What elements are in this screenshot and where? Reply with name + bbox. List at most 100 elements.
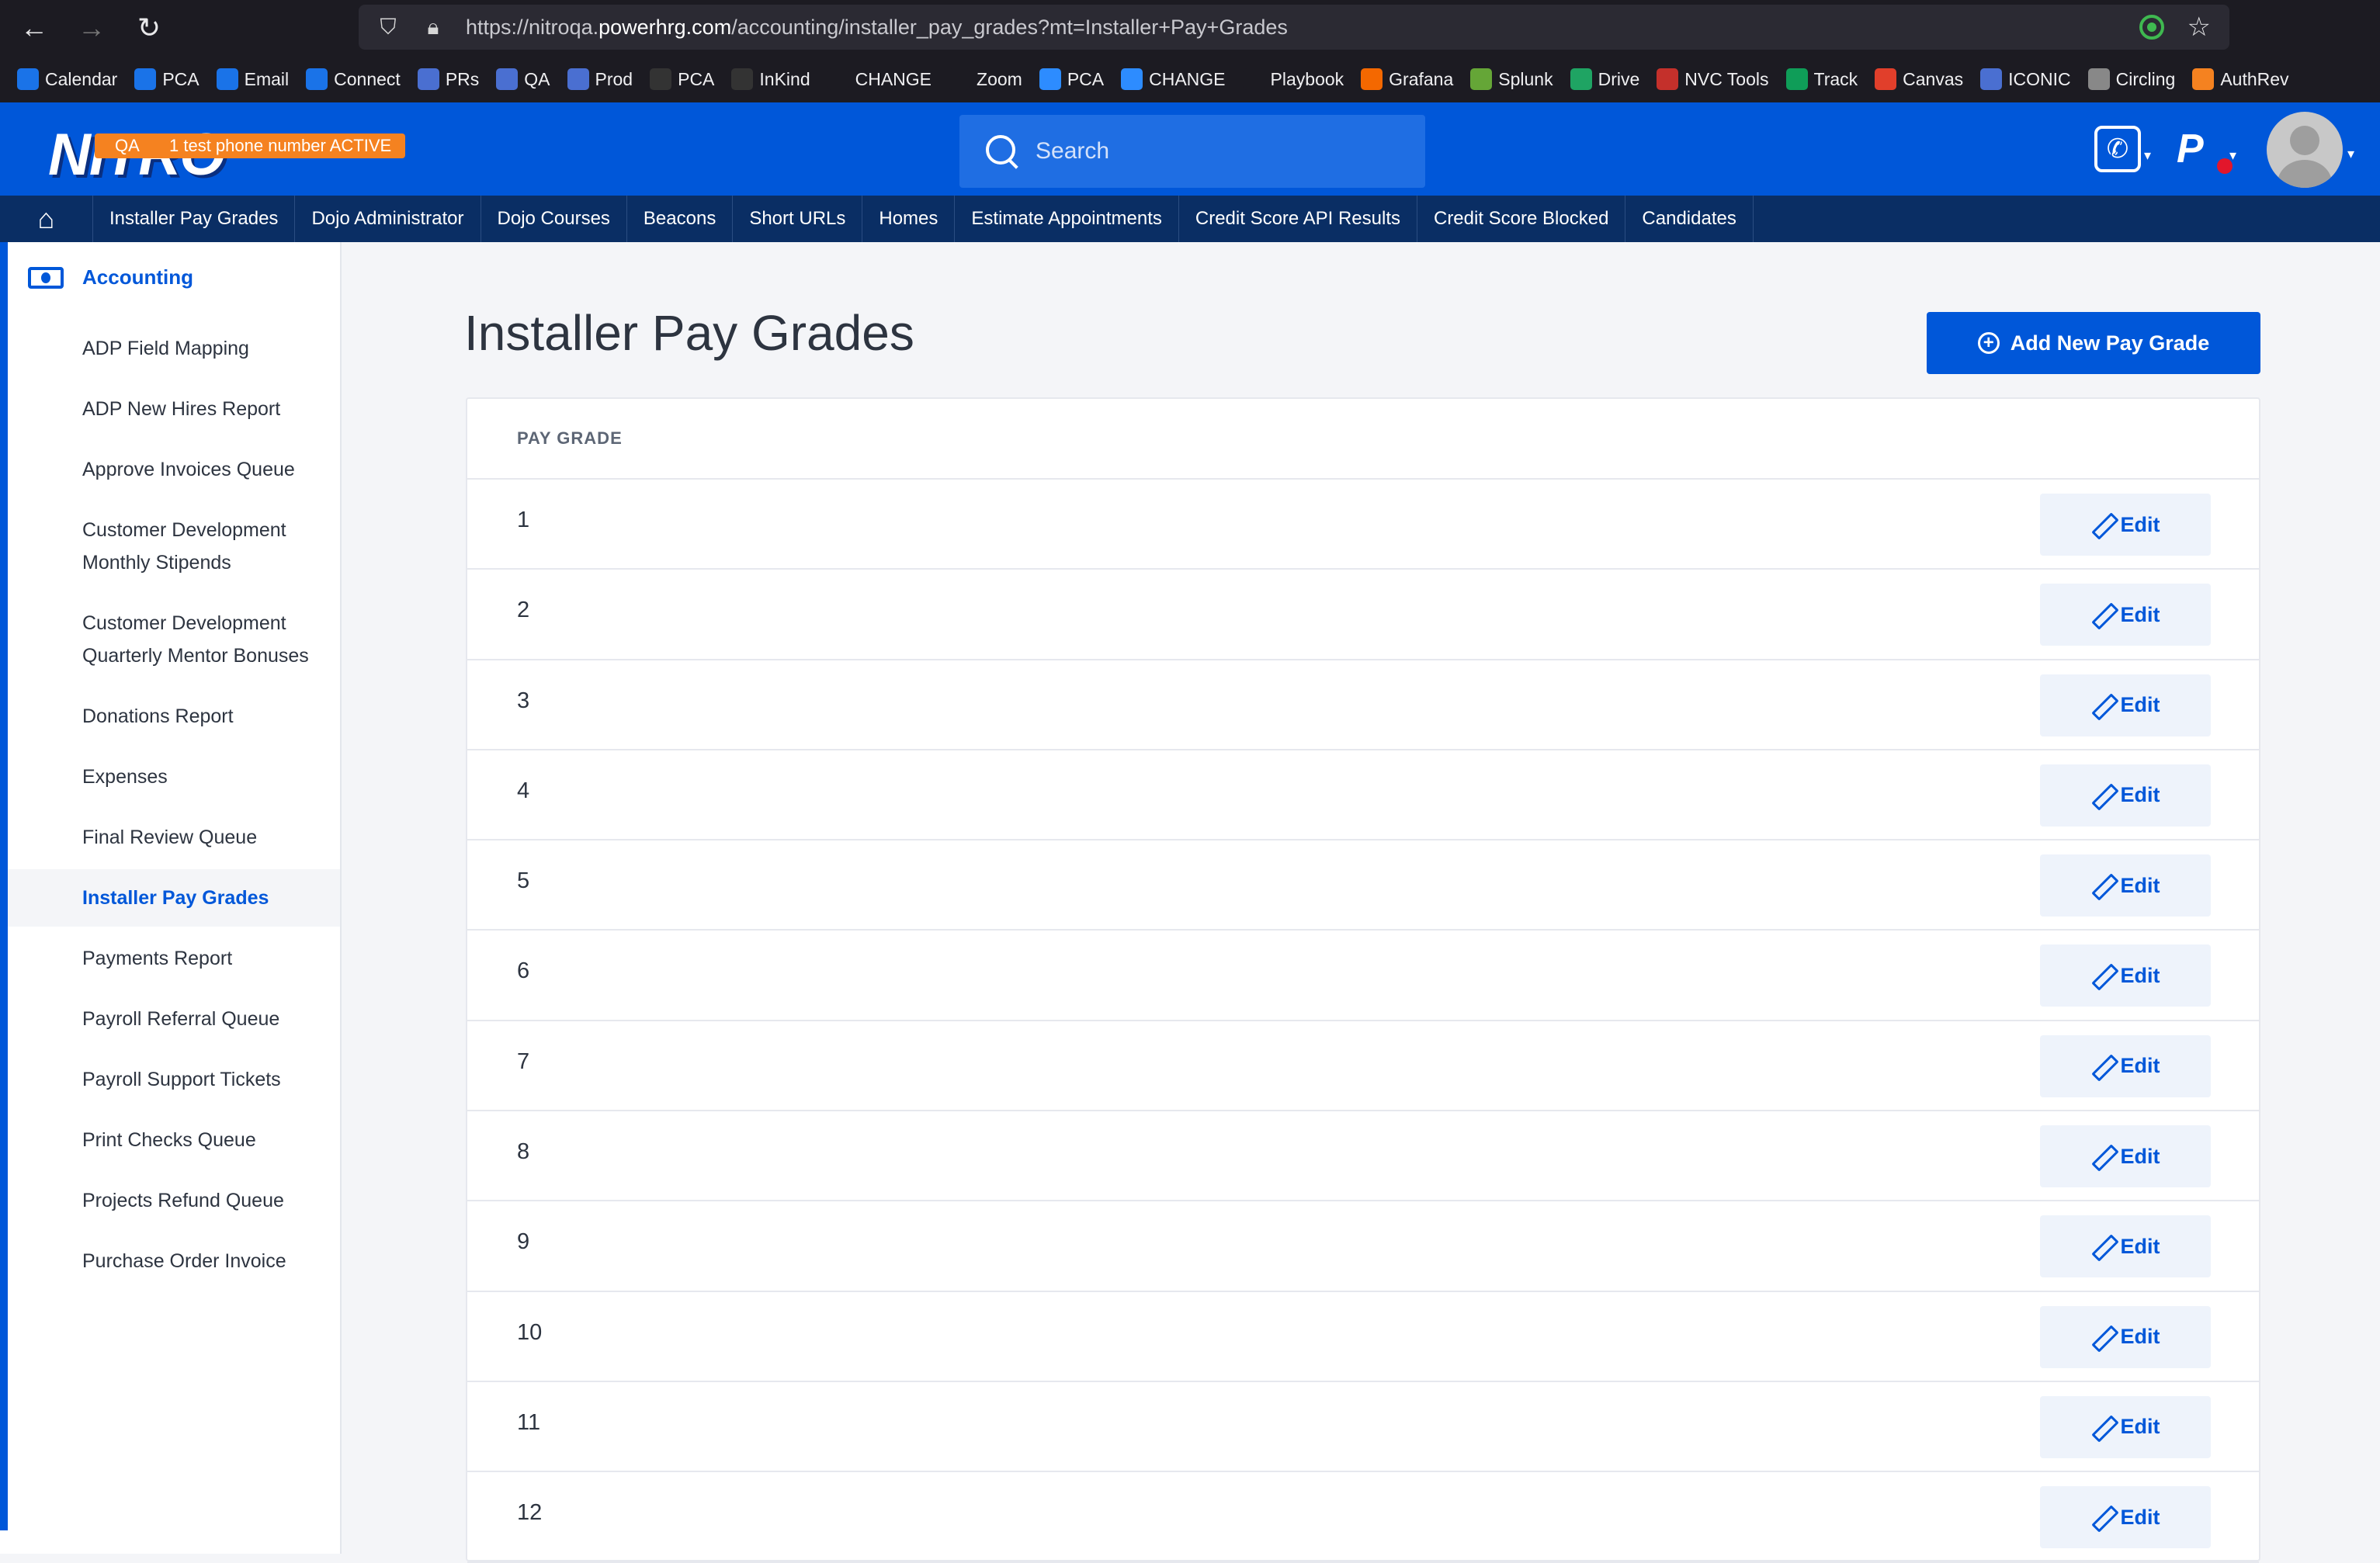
bookmark-item[interactable]: Canvas xyxy=(1875,68,1963,90)
url-text[interactable]: https://nitroqa.powerhrg.com/accounting/… xyxy=(466,16,1288,40)
folder-icon xyxy=(827,68,849,90)
bookmark-item[interactable]: PCA xyxy=(650,68,714,90)
chevron-down-icon[interactable]: ▾ xyxy=(2144,147,2151,164)
edit-button[interactable]: Edit xyxy=(2040,674,2211,736)
sidebar-item[interactable]: Customer Development Monthly Stipends xyxy=(8,501,340,591)
forward-arrow-icon[interactable]: → xyxy=(68,5,115,51)
bookmark-item[interactable]: AuthRev xyxy=(2192,68,2289,90)
top-nav-item[interactable]: Candidates xyxy=(1625,196,1754,242)
top-nav-item[interactable]: Beacons xyxy=(627,196,734,242)
bookmark-item[interactable]: Playbook xyxy=(1242,68,1344,90)
circling-icon xyxy=(2087,68,2110,90)
edit-button[interactable]: Edit xyxy=(2040,1034,2211,1097)
extension-icon[interactable] xyxy=(2139,15,2164,40)
bookmark-label: Calendar xyxy=(45,68,118,89)
pay-grade-value: 3 xyxy=(517,688,530,713)
sidebar-item[interactable]: Donations Report xyxy=(8,688,340,745)
top-nav-item[interactable]: Dojo Courses xyxy=(481,196,627,242)
sidebar-item[interactable]: Projects Refund Queue xyxy=(8,1172,340,1229)
calendar-icon xyxy=(17,68,39,90)
bookmark-item[interactable]: NVC Tools xyxy=(1657,68,1769,90)
p-app-icon[interactable]: P xyxy=(2177,126,2222,175)
top-nav-item[interactable]: Credit Score API Results xyxy=(1179,196,1417,242)
sidebar-item[interactable]: Payroll Referral Queue xyxy=(8,990,340,1048)
avatar[interactable] xyxy=(2267,112,2343,188)
sidebar-item[interactable]: Installer Pay Grades xyxy=(8,869,340,927)
bookmark-item[interactable]: CHANGE xyxy=(1121,68,1226,90)
top-nav-item[interactable]: Installer Pay Grades xyxy=(93,196,296,242)
prod-icon xyxy=(567,68,589,90)
pencil-icon xyxy=(2091,785,2113,806)
sidebar-item[interactable]: Payroll Support Tickets xyxy=(8,1051,340,1108)
sidebar-header[interactable]: Accounting xyxy=(28,265,193,289)
home-icon[interactable]: ⌂ xyxy=(0,196,93,242)
bookmark-item[interactable]: QA xyxy=(496,68,550,90)
top-nav-item[interactable]: Credit Score Blocked xyxy=(1417,196,1626,242)
bookmark-star-icon[interactable]: ☆ xyxy=(2187,12,2211,43)
bookmark-item[interactable]: PCA xyxy=(1039,68,1104,90)
bookmark-item[interactable]: CHANGE xyxy=(827,68,932,90)
sidebar-item[interactable]: Payments Report xyxy=(8,930,340,987)
sidebar-item[interactable]: ADP Field Mapping xyxy=(8,320,340,377)
sidebar-item[interactable]: Final Review Queue xyxy=(8,809,340,866)
bookmark-item[interactable]: Grafana xyxy=(1361,68,1453,90)
bookmark-item[interactable]: PCA xyxy=(134,68,199,90)
top-nav-item[interactable]: Dojo Administrator xyxy=(295,196,481,242)
edit-button[interactable]: Edit xyxy=(2040,764,2211,827)
edit-label: Edit xyxy=(2120,1505,2160,1529)
pay-grade-value: 12 xyxy=(517,1500,543,1526)
edit-label: Edit xyxy=(2120,1325,2160,1349)
bookmark-item[interactable]: ICONIC xyxy=(1980,68,2071,90)
edit-button[interactable]: Edit xyxy=(2040,584,2211,646)
top-nav-item[interactable]: Estimate Appointments xyxy=(955,196,1179,242)
sidebar-item[interactable]: Customer Development Quarterly Mentor Bo… xyxy=(8,594,340,684)
bookmark-item[interactable]: Splunk xyxy=(1470,68,1553,90)
add-pay-grade-button[interactable]: + Add New Pay Grade xyxy=(1927,312,2260,374)
pencil-icon xyxy=(2091,1416,2113,1438)
bookmark-item[interactable]: Email xyxy=(216,68,289,90)
sidebar-item[interactable]: Purchase Order Invoice xyxy=(8,1232,340,1290)
bookmark-item[interactable]: PRs xyxy=(417,68,479,90)
top-nav-item[interactable]: Homes xyxy=(862,196,956,242)
sidebar-item[interactable]: Approve Invoices Queue xyxy=(8,441,340,498)
bookmark-item[interactable]: Track xyxy=(1785,68,1858,90)
edit-button[interactable]: Edit xyxy=(2040,1125,2211,1188)
search-input[interactable] xyxy=(1036,138,1408,165)
bookmark-item[interactable]: Drive xyxy=(1570,68,1639,90)
edit-button[interactable]: Edit xyxy=(2040,1215,2211,1278)
bookmark-item[interactable]: Calendar xyxy=(17,68,117,90)
sidebar-item[interactable]: ADP New Hires Report xyxy=(8,380,340,438)
back-arrow-icon[interactable]: ← xyxy=(11,5,57,51)
pay-grade-value: 8 xyxy=(517,1139,530,1165)
edit-button[interactable]: Edit xyxy=(2040,944,2211,1007)
edit-label: Edit xyxy=(2120,783,2160,807)
edit-button[interactable]: Edit xyxy=(2040,1486,2211,1549)
address-bar[interactable]: ⛉ 🔒︎ https://nitroqa.powerhrg.com/accoun… xyxy=(359,5,2229,50)
top-nav-item[interactable]: Short URLs xyxy=(733,196,863,242)
zoom-icon xyxy=(1121,68,1143,90)
bookmark-item[interactable]: Connect xyxy=(306,68,401,90)
bookmark-item[interactable]: Prod xyxy=(567,68,633,90)
phone-icon[interactable]: ✆ xyxy=(2094,126,2141,172)
edit-button[interactable]: Edit xyxy=(2040,1395,2211,1458)
bookmark-label: InKind xyxy=(759,68,810,89)
shield-icon[interactable]: ⛉ xyxy=(373,15,404,40)
reload-icon[interactable]: ↻ xyxy=(126,5,172,51)
pay-grade-value: 6 xyxy=(517,958,530,984)
chevron-down-icon[interactable]: ▾ xyxy=(2347,146,2354,162)
sidebar-item[interactable]: Expenses xyxy=(8,748,340,806)
table-row: 11 Edit xyxy=(467,1382,2259,1473)
bookmark-item[interactable]: Zoom xyxy=(949,68,1022,90)
track-icon xyxy=(1785,68,1808,90)
bookmark-label: Splunk xyxy=(1498,68,1553,89)
lock-icon[interactable]: 🔒︎ xyxy=(418,15,449,40)
search-bar[interactable] xyxy=(959,115,1425,188)
bookmark-item[interactable]: Circling xyxy=(2087,68,2175,90)
edit-button[interactable]: Edit xyxy=(2040,494,2211,556)
bookmark-item[interactable]: InKind xyxy=(731,68,810,90)
chevron-down-icon[interactable]: ▾ xyxy=(2229,147,2236,164)
edit-label: Edit xyxy=(2120,1415,2160,1439)
sidebar-item[interactable]: Print Checks Queue xyxy=(8,1111,340,1169)
edit-button[interactable]: Edit xyxy=(2040,854,2211,917)
edit-button[interactable]: Edit xyxy=(2040,1305,2211,1368)
